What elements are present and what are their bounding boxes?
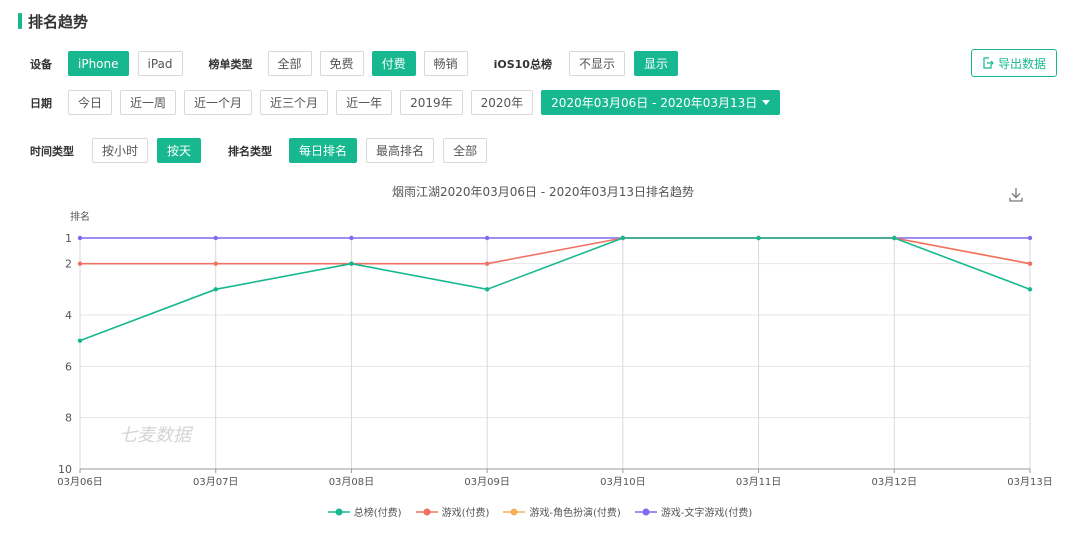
- series-point-3: [1027, 235, 1033, 241]
- series-point-0: [213, 287, 218, 292]
- x-tick-label: 03月06日: [57, 476, 102, 488]
- series-point-0: [756, 235, 761, 241]
- legend-label: 游戏-角色扮演(付费): [529, 508, 621, 519]
- legend-swatch-icon: [503, 508, 526, 515]
- title-accent-bar: [18, 13, 22, 29]
- legend-item-0[interactable]: 总榜(付费): [327, 504, 402, 519]
- section-title: 排名趋势: [18, 11, 88, 31]
- date-week-button[interactable]: 近一周: [120, 90, 177, 115]
- export-label: 导出数据: [997, 56, 1046, 71]
- series-point-3: [349, 235, 354, 241]
- legend-item-1[interactable]: 游戏(付费): [415, 504, 490, 519]
- x-tick-label: 03月07日: [193, 476, 238, 488]
- legend-swatch-icon: [634, 508, 657, 515]
- date-three-months-button[interactable]: 近三个月: [260, 90, 329, 115]
- legend-item-3[interactable]: 游戏-文字游戏(付费): [634, 504, 753, 519]
- rank-type-all-button[interactable]: 全部: [443, 138, 488, 163]
- date-2020-button[interactable]: 2020年: [470, 90, 534, 115]
- rank-type-highest-button[interactable]: 最高排名: [366, 138, 435, 163]
- y-tick-label: 4: [65, 309, 72, 322]
- export-data-button[interactable]: 导出数据: [971, 49, 1057, 77]
- section-title-text: 排名趋势: [28, 12, 89, 31]
- x-tick-label: 03月12日: [872, 476, 917, 488]
- ios10-show-button[interactable]: 显示: [633, 51, 678, 76]
- series-point-0: [892, 235, 897, 241]
- legend-label: 游戏(付费): [441, 508, 490, 519]
- ios10-label: iOS10总榜: [493, 57, 552, 71]
- x-tick-label: 03月13日: [1007, 476, 1052, 488]
- series-point-3: [484, 235, 490, 241]
- ios10-hide-button[interactable]: 不显示: [568, 51, 625, 76]
- rank-type-daily-button[interactable]: 每日排名: [289, 138, 358, 163]
- chart-legend: 总榜(付费) 游戏(付费) 游戏-角色扮演(付费) 游戏-文字游戏(付费): [0, 504, 1080, 519]
- series-point-1: [1027, 261, 1033, 266]
- series-point-1: [484, 261, 490, 266]
- filter-row-2: 日期 今日 近一周 近一个月 近三个月 近一年 2019年 2020年 2020…: [30, 90, 781, 115]
- filter-row-3: 时间类型 按小时 按天 排名类型 每日排名 最高排名 全部: [30, 138, 488, 163]
- y-tick-label: 2: [65, 258, 72, 271]
- time-type-hour-button[interactable]: 按小时: [92, 138, 149, 163]
- rank-trend-chart: 烟雨江湖2020年03月06日 - 2020年03月13日排名趋势 排名 七麦数…: [57, 184, 1052, 488]
- device-ipad-button[interactable]: iPad: [137, 51, 183, 76]
- series-point-1: [77, 261, 83, 266]
- x-tick-label: 03月09日: [464, 476, 509, 488]
- date-today-button[interactable]: 今日: [68, 90, 113, 115]
- legend-swatch-icon: [415, 508, 438, 515]
- x-tick-label: 03月10日: [600, 476, 645, 488]
- legend-label: 游戏-文字游戏(付费): [660, 508, 753, 519]
- rank-type-label: 排名类型: [228, 144, 273, 158]
- list-type-label: 榜单类型: [208, 57, 253, 71]
- list-type-paid-button[interactable]: 付费: [371, 51, 416, 76]
- series-point-0: [484, 287, 490, 292]
- series-point-1: [213, 261, 218, 266]
- series-point-0: [1027, 287, 1033, 292]
- series-point-3: [77, 235, 83, 241]
- series-point-0: [620, 235, 626, 241]
- legend-item-2[interactable]: 游戏-角色扮演(付费): [503, 504, 621, 519]
- date-label: 日期: [30, 96, 52, 110]
- y-axis-label: 排名: [70, 210, 90, 223]
- x-tick-label: 03月08日: [329, 476, 374, 488]
- series-point-0: [77, 338, 83, 343]
- export-icon: [983, 57, 994, 69]
- list-type-grossing-button[interactable]: 畅销: [423, 51, 468, 76]
- x-tick-label: 03月11日: [736, 476, 781, 488]
- y-tick-label: 6: [65, 360, 72, 373]
- date-month-button[interactable]: 近一个月: [184, 90, 253, 115]
- date-year-button[interactable]: 近一年: [336, 90, 393, 115]
- series-line-0: [79, 237, 1031, 342]
- legend-label: 总榜(付费): [353, 508, 402, 519]
- date-range-text: 2020年03月06日 - 2020年03月13日: [551, 96, 758, 110]
- y-tick-label: 1: [65, 232, 72, 245]
- series-line-1: [80, 237, 1031, 265]
- device-iphone-button[interactable]: iPhone: [68, 51, 129, 76]
- time-type-label: 时间类型: [30, 144, 74, 158]
- list-type-free-button[interactable]: 免费: [319, 51, 364, 76]
- date-range-picker[interactable]: 2020年03月06日 - 2020年03月13日: [541, 90, 781, 115]
- list-type-all-button[interactable]: 全部: [267, 51, 312, 76]
- series-point-3: [213, 235, 218, 241]
- series-point-0: [349, 261, 354, 266]
- watermark: 七麦数据: [119, 425, 194, 446]
- y-tick-label: 10: [58, 463, 72, 476]
- legend-swatch-icon: [327, 508, 350, 515]
- y-tick-label: 8: [65, 412, 72, 425]
- time-type-day-button[interactable]: 按天: [157, 138, 202, 163]
- device-label: 设备: [30, 57, 52, 71]
- filter-row-1: 设备 iPhone iPad 榜单类型 全部 免费 付费 畅销 iOS10总榜 …: [30, 51, 678, 76]
- date-2019-button[interactable]: 2019年: [400, 90, 463, 115]
- caret-down-icon: [762, 100, 771, 105]
- chart-title: 烟雨江湖2020年03月06日 - 2020年03月13日排名趋势: [392, 184, 694, 199]
